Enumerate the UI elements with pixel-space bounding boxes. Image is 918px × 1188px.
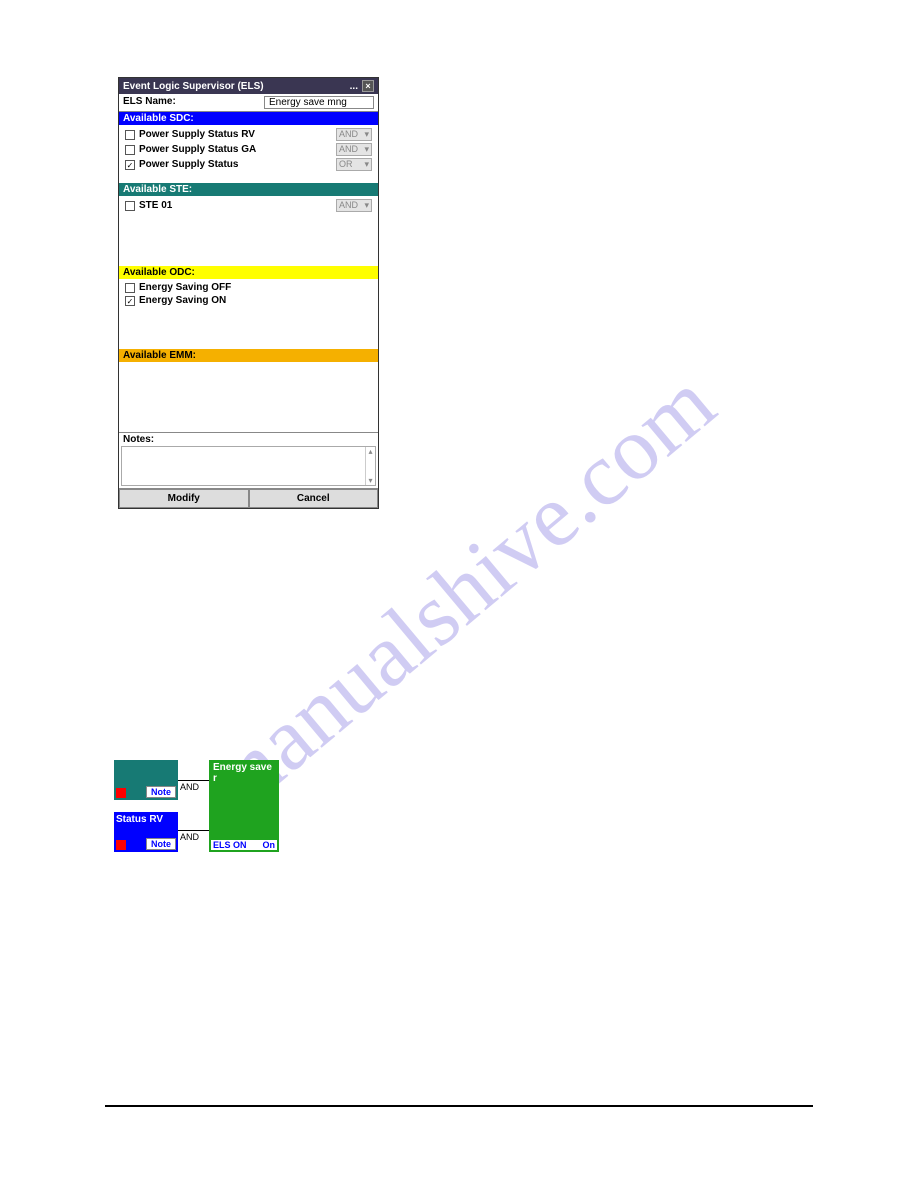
ste-header: Available STE: — [119, 183, 378, 196]
odc-body: Energy Saving OFF ✓ Energy Saving ON — [119, 279, 378, 349]
and-label: AND — [180, 832, 199, 842]
scrollbar[interactable]: ▴ ▾ — [365, 447, 375, 485]
modify-button[interactable]: Modify — [119, 489, 249, 508]
els-window: Event Logic Supervisor (ELS) ... × ELS N… — [118, 77, 379, 509]
status-indicator-icon — [116, 788, 126, 798]
emm-body — [119, 362, 378, 432]
and-label: AND — [180, 782, 199, 792]
connector-line — [178, 830, 209, 831]
diagram-block-green: Energy save r ELS ON On — [209, 760, 279, 852]
chevron-down-icon: ▾ — [364, 159, 369, 170]
connector-line — [178, 780, 209, 781]
window-title: Event Logic Supervisor (ELS) — [123, 81, 264, 92]
logic-dropdown[interactable]: AND▾ — [336, 128, 372, 141]
ste-body: STE 01 AND▾ — [119, 196, 378, 266]
scroll-up-icon[interactable]: ▴ — [366, 447, 375, 456]
diagram-block-teal: Note — [114, 760, 178, 800]
note-badge: Note — [146, 786, 176, 798]
els-name-label: ELS Name: — [123, 96, 264, 109]
notes-textarea[interactable]: ▴ ▾ — [121, 446, 376, 486]
odc-row: Energy Saving OFF — [121, 281, 376, 294]
note-badge: Note — [146, 838, 176, 850]
checkbox[interactable]: ✓ — [125, 160, 135, 170]
odc-row: ✓ Energy Saving ON — [121, 294, 376, 307]
emm-header: Available EMM: — [119, 349, 378, 362]
logic-dropdown[interactable]: AND▾ — [336, 199, 372, 212]
sdc-item-label: Power Supply Status RV — [139, 129, 332, 140]
block-label: Status RV — [116, 814, 163, 825]
sdc-row: ✓ Power Supply Status OR▾ — [121, 157, 376, 172]
checkbox[interactable] — [125, 130, 135, 140]
logic-dropdown[interactable]: OR▾ — [336, 158, 372, 171]
checkbox[interactable] — [125, 145, 135, 155]
checkbox[interactable] — [125, 283, 135, 293]
sdc-row: Power Supply Status GA AND▾ — [121, 142, 376, 157]
ste-item-label: STE 01 — [139, 200, 332, 211]
logic-diagram: Note Status RV Note AND AND Energy save … — [114, 760, 284, 865]
close-icon[interactable]: × — [362, 80, 374, 92]
odc-item-label: Energy Saving OFF — [139, 282, 372, 293]
els-name-input[interactable]: Energy save mng — [264, 96, 374, 109]
notes-label: Notes: — [119, 432, 378, 446]
page-separator — [105, 1105, 813, 1107]
logic-dropdown[interactable]: AND▾ — [336, 143, 372, 156]
els-name-row: ELS Name: Energy save mng — [119, 94, 378, 112]
odc-item-label: Energy Saving ON — [139, 295, 372, 306]
chevron-down-icon: ▾ — [364, 129, 369, 140]
block-status: ELS ON On — [211, 840, 277, 850]
cancel-button[interactable]: Cancel — [249, 489, 379, 508]
checkbox[interactable]: ✓ — [125, 296, 135, 306]
titlebar: Event Logic Supervisor (ELS) ... × — [119, 78, 378, 94]
sdc-item-label: Power Supply Status — [139, 159, 332, 170]
scroll-down-icon[interactable]: ▾ — [366, 476, 375, 485]
ste-row: STE 01 AND▾ — [121, 198, 376, 213]
status-indicator-icon — [116, 840, 126, 850]
checkbox[interactable] — [125, 201, 135, 211]
block-label: Energy save r — [213, 762, 272, 784]
odc-header: Available ODC: — [119, 266, 378, 279]
sdc-body: Power Supply Status RV AND▾ Power Supply… — [119, 125, 378, 183]
sdc-item-label: Power Supply Status GA — [139, 144, 332, 155]
sdc-header: Available SDC: — [119, 112, 378, 125]
button-row: Modify Cancel — [119, 488, 378, 508]
chevron-down-icon: ▾ — [364, 144, 369, 155]
diagram-block-blue: Status RV Note — [114, 812, 178, 852]
sdc-row: Power Supply Status RV AND▾ — [121, 127, 376, 142]
titlebar-dots[interactable]: ... — [350, 81, 358, 92]
chevron-down-icon: ▾ — [364, 200, 369, 211]
